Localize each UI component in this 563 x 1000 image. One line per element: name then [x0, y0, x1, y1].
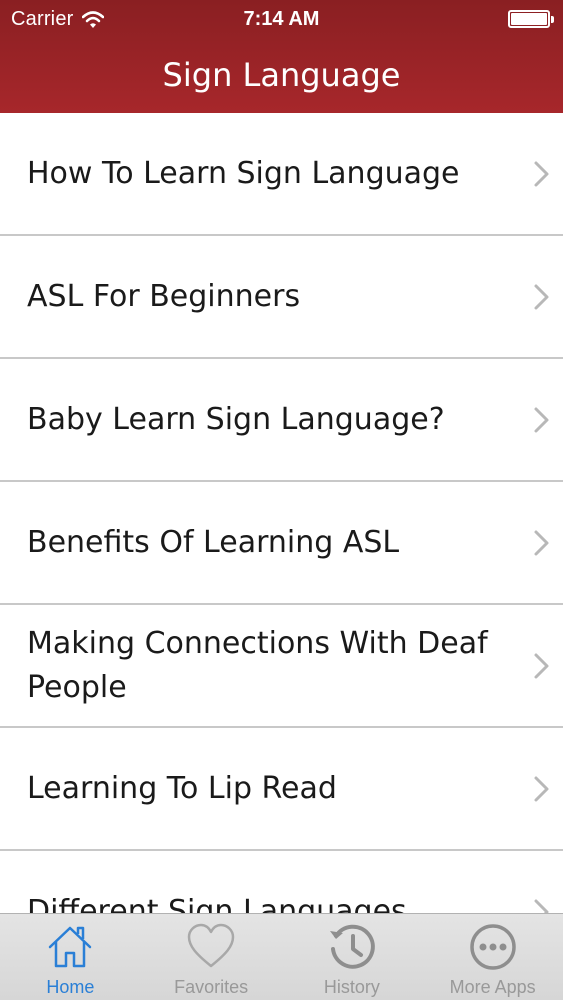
tab-home[interactable]: Home	[0, 914, 141, 1000]
list-item[interactable]: ASL For Beginners	[0, 236, 563, 359]
chevron-right-icon	[534, 899, 549, 913]
tab-more-apps-label: More Apps	[449, 977, 536, 997]
list-item[interactable]: Baby Learn Sign Language?	[0, 359, 563, 482]
list-item[interactable]: Benefits Of Learning ASL	[0, 482, 563, 605]
chevron-right-icon	[534, 284, 549, 309]
list-item-label: Different Sign Languages	[27, 893, 407, 914]
chevron-right-icon	[534, 407, 549, 432]
battery-icon	[508, 10, 554, 28]
chevron-right-icon	[534, 653, 549, 678]
list-item[interactable]: How To Learn Sign Language	[0, 113, 563, 236]
tab-bar: Home Favorites History More Apps	[0, 913, 563, 1000]
list-item-label: Benefits Of Learning ASL	[27, 524, 400, 560]
list-item-label: How To Learn Sign Language	[27, 155, 460, 191]
tab-history[interactable]: History	[282, 914, 423, 1000]
list-item-label: Learning To Lip Read	[27, 770, 337, 806]
page-title: Sign Language	[162, 56, 401, 94]
tab-home-label: Home	[46, 977, 95, 997]
tab-favorites[interactable]: Favorites	[141, 914, 282, 1000]
tab-more-apps[interactable]: More Apps	[422, 914, 563, 1000]
list-item-label: Making Connections With Deaf People	[27, 625, 488, 705]
list-item-label: ASL For Beginners	[27, 278, 301, 314]
list-item-label: Baby Learn Sign Language?	[27, 401, 445, 437]
tab-favorites-label: Favorites	[174, 977, 249, 997]
chevron-right-icon	[534, 161, 549, 186]
heart-icon	[187, 923, 235, 968]
chevron-right-icon	[534, 776, 549, 801]
list-item[interactable]: Learning To Lip Read	[0, 728, 563, 851]
status-bar: Carrier 7:14 AM	[0, 0, 563, 40]
tab-history-label: History	[323, 977, 380, 997]
more-icon	[469, 924, 516, 970]
list-item[interactable]: Different Sign Languages	[0, 851, 563, 913]
chevron-right-icon	[534, 530, 549, 555]
header: Carrier 7:14 AM Sign Language	[0, 0, 563, 113]
status-time: 7:14 AM	[243, 8, 320, 30]
history-icon	[329, 924, 375, 969]
topic-list: How To Learn Sign Language ASL For Begin…	[0, 113, 563, 913]
home-icon	[49, 926, 92, 968]
list-item[interactable]: Making Connections With Deaf People	[0, 605, 563, 728]
